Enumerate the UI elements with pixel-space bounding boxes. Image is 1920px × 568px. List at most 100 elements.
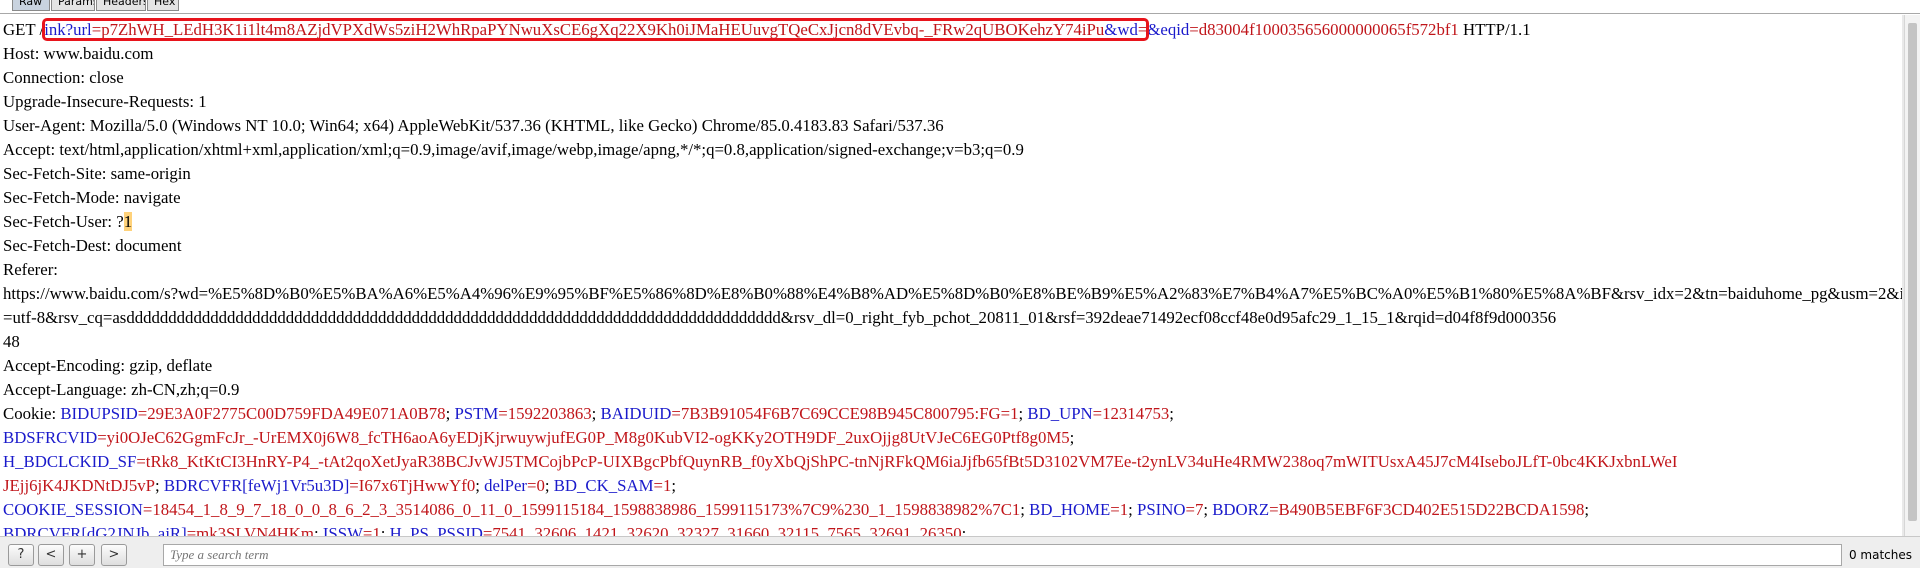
request-line: BDSFRCVID=yi0OJeC62GgmFcJr_-UrEMX0j6W8_f…	[3, 426, 1904, 450]
url-highlight-box: ink?url=p7ZhWH_LEdH3K1i1lt4m8AZjdVPXdWs5…	[42, 18, 1150, 41]
request-text-segment: ;	[1020, 500, 1030, 519]
param-value: =mk3SLVN4HKm	[186, 524, 314, 536]
request-line: Accept-Encoding: gzip, deflate	[3, 354, 1904, 378]
request-text-segment: Cookie:	[3, 404, 61, 423]
request-text-segment: Sec-Fetch-Site: same-origin	[3, 164, 191, 183]
param-name: BDORZ	[1212, 500, 1270, 519]
request-line: =utf-8&rsv_cq=asdddddddddddddddddddddddd…	[3, 306, 1904, 330]
request-line: 48	[3, 330, 1904, 354]
param-name: H_PS_PSSID	[389, 524, 483, 536]
param-name: BD_CK_SAM	[553, 476, 654, 495]
request-line: Accept-Language: zh-CN,zh;q=0.9	[3, 378, 1904, 402]
search-bar: ? < + > 0 matches	[0, 536, 1920, 568]
param-name: PSINO	[1136, 500, 1186, 519]
param-value: =18454_1_8_9_7_18_0_0_8_6_2_3_3514086_0_…	[142, 500, 1021, 519]
param-value: =0	[527, 476, 545, 495]
tab-params[interactable]: Params	[51, 0, 95, 11]
tab-headers[interactable]: Headers	[96, 0, 146, 11]
request-line: Connection: close	[3, 66, 1904, 90]
param-value: =1	[653, 476, 672, 495]
param-name: delPer	[484, 476, 527, 495]
request-line: Cookie: BIDUPSID=29E3A0F2775C00D759FDA49…	[3, 402, 1904, 426]
request-line: Sec-Fetch-User: ?1	[3, 210, 1904, 234]
search-input[interactable]	[163, 544, 1842, 566]
request-text-segment: ;	[313, 524, 323, 536]
request-line: JEjj6jK4JKDNtDJ5vP; BDRCVFR[feWj1Vr5u3D]…	[3, 474, 1904, 498]
request-line: Sec-Fetch-Mode: navigate	[3, 186, 1904, 210]
vertical-scrollbar[interactable]	[1904, 15, 1920, 536]
raw-request-editor[interactable]: GET /ink?url=p7ZhWH_LEdH3K1i1lt4m8AZjdVP…	[0, 15, 1904, 536]
param-value: =1	[362, 524, 381, 536]
request-text-segment: Upgrade-Insecure-Requests: 1	[3, 92, 207, 111]
request-text-segment: GET /	[3, 20, 45, 39]
param-value: =yi0OJeC62GgmFcJr_-UrEMX0j6W8_fcTH6aoA6y…	[97, 428, 1070, 447]
param-value: =7	[1185, 500, 1204, 519]
request-line: COOKIE_SESSION=18454_1_8_9_7_18_0_0_8_6_…	[3, 498, 1904, 522]
request-text-segment: Referer:	[3, 260, 58, 279]
request-line: H_BDCLCKID_SF=tRk8_KtKtCI3HnRY-P4_-tAt2q…	[3, 450, 1904, 474]
param-value: =7541_32606_1421_32620_32327_31660_32115…	[482, 524, 962, 536]
param-name: ink?url	[44, 20, 92, 39]
request-text-segment: Host: www.baidu.com	[3, 44, 154, 63]
request-text-segment: Connection: close	[3, 68, 124, 87]
param-value: =B490B5EBF6F3CD402E515D22BCDA1598	[1269, 500, 1585, 519]
param-value: =29E3A0F2775C00D759FDA49E071A0B78	[137, 404, 446, 423]
param-name: BIDUPSID	[60, 404, 138, 423]
request-text-segment: Sec-Fetch-Dest: document	[3, 236, 182, 255]
request-line: User-Agent: Mozilla/5.0 (Windows NT 10.0…	[3, 114, 1904, 138]
request-text-segment: HTTP/1.1	[1458, 20, 1531, 39]
previous-match-button[interactable]: <	[38, 544, 64, 566]
request-text-segment: Accept: text/html,application/xhtml+xml,…	[3, 140, 1024, 159]
next-match-button[interactable]: >	[101, 544, 127, 566]
param-name: BDSFRCVID	[3, 428, 98, 447]
request-line: Host: www.baidu.com	[3, 42, 1904, 66]
search-options-button[interactable]: +	[69, 544, 95, 566]
tab-hex[interactable]: Hex	[147, 0, 179, 11]
param-name: BD_HOME	[1029, 500, 1111, 519]
param-name: BAIDUID	[600, 404, 672, 423]
request-text-segment: Accept-Language: zh-CN,zh;q=0.9	[3, 380, 240, 399]
param-value: =1	[1110, 500, 1129, 519]
param-name: &wd	[1104, 20, 1138, 39]
request-line: BDRCVFR[dG2JNJb_ajR]=mk3SLVN4HKm; ISSW=1…	[3, 522, 1904, 536]
request-text-segment: ;	[961, 524, 967, 536]
request-text-segment: 48	[3, 332, 20, 351]
param-value: JEjj6jK4JKDNtDJ5vP	[3, 476, 155, 495]
help-button[interactable]: ?	[8, 544, 34, 566]
param-name: H_BDCLCKID_SF	[3, 452, 137, 471]
request-line: https://www.baidu.com/s?wd=%E5%8D%B0%E5%…	[3, 282, 1904, 306]
param-value: =7B3B91054F6B7C69CCE98B945C800795:FG=1	[671, 404, 1019, 423]
request-text-segment: ;	[544, 476, 554, 495]
param-value: =tRk8_KtKtCI3HnRY-P4_-tAt2qoXetJyaR38BCJ…	[136, 452, 1678, 471]
param-value: =1592203863	[498, 404, 592, 423]
request-text-segment: ;	[671, 476, 677, 495]
request-text-segment: ;	[475, 476, 485, 495]
param-name: ISSW	[322, 524, 363, 536]
request-text-segment: Accept-Encoding: gzip, deflate	[3, 356, 213, 375]
request-text-segment: Sec-Fetch-User: ?	[3, 212, 124, 231]
scrollbar-thumb[interactable]	[1908, 23, 1917, 521]
param-value: =d83004f100035656000000065f572bf1	[1189, 20, 1459, 39]
param-value: =12314753	[1092, 404, 1170, 423]
request-text-segment: ;	[1169, 404, 1174, 423]
request-text-segment: 1	[123, 212, 133, 231]
request-text-segment: Sec-Fetch-Mode: navigate	[3, 188, 181, 207]
request-line: GET /ink?url=p7ZhWH_LEdH3K1i1lt4m8AZjdVP…	[3, 18, 1904, 42]
request-text: GET /ink?url=p7ZhWH_LEdH3K1i1lt4m8AZjdVP…	[0, 15, 1904, 536]
param-name: BDRCVFR[feWj1Vr5u3D]	[163, 476, 350, 495]
request-text-segment: ;	[1128, 500, 1137, 519]
request-text-segment: User-Agent: Mozilla/5.0 (Windows NT 10.0…	[3, 116, 944, 135]
param-value: =I67x6TjHwwYf0	[349, 476, 476, 495]
request-line: Referer:	[3, 258, 1904, 282]
tab-raw[interactable]: Raw	[12, 0, 50, 11]
request-text-segment: ;	[154, 476, 164, 495]
param-name: PSTM	[454, 404, 499, 423]
message-tabs: Raw Params Headers Hex	[0, 0, 1920, 14]
request-line: Accept: text/html,application/xhtml+xml,…	[3, 138, 1904, 162]
request-line: Upgrade-Insecure-Requests: 1	[3, 90, 1904, 114]
request-text-segment: ;	[380, 524, 390, 536]
param-name: BD_UPN	[1027, 404, 1093, 423]
param-name: &eqid	[1147, 20, 1190, 39]
match-count: 0 matches	[1848, 548, 1912, 562]
param-value: =	[1137, 20, 1148, 39]
